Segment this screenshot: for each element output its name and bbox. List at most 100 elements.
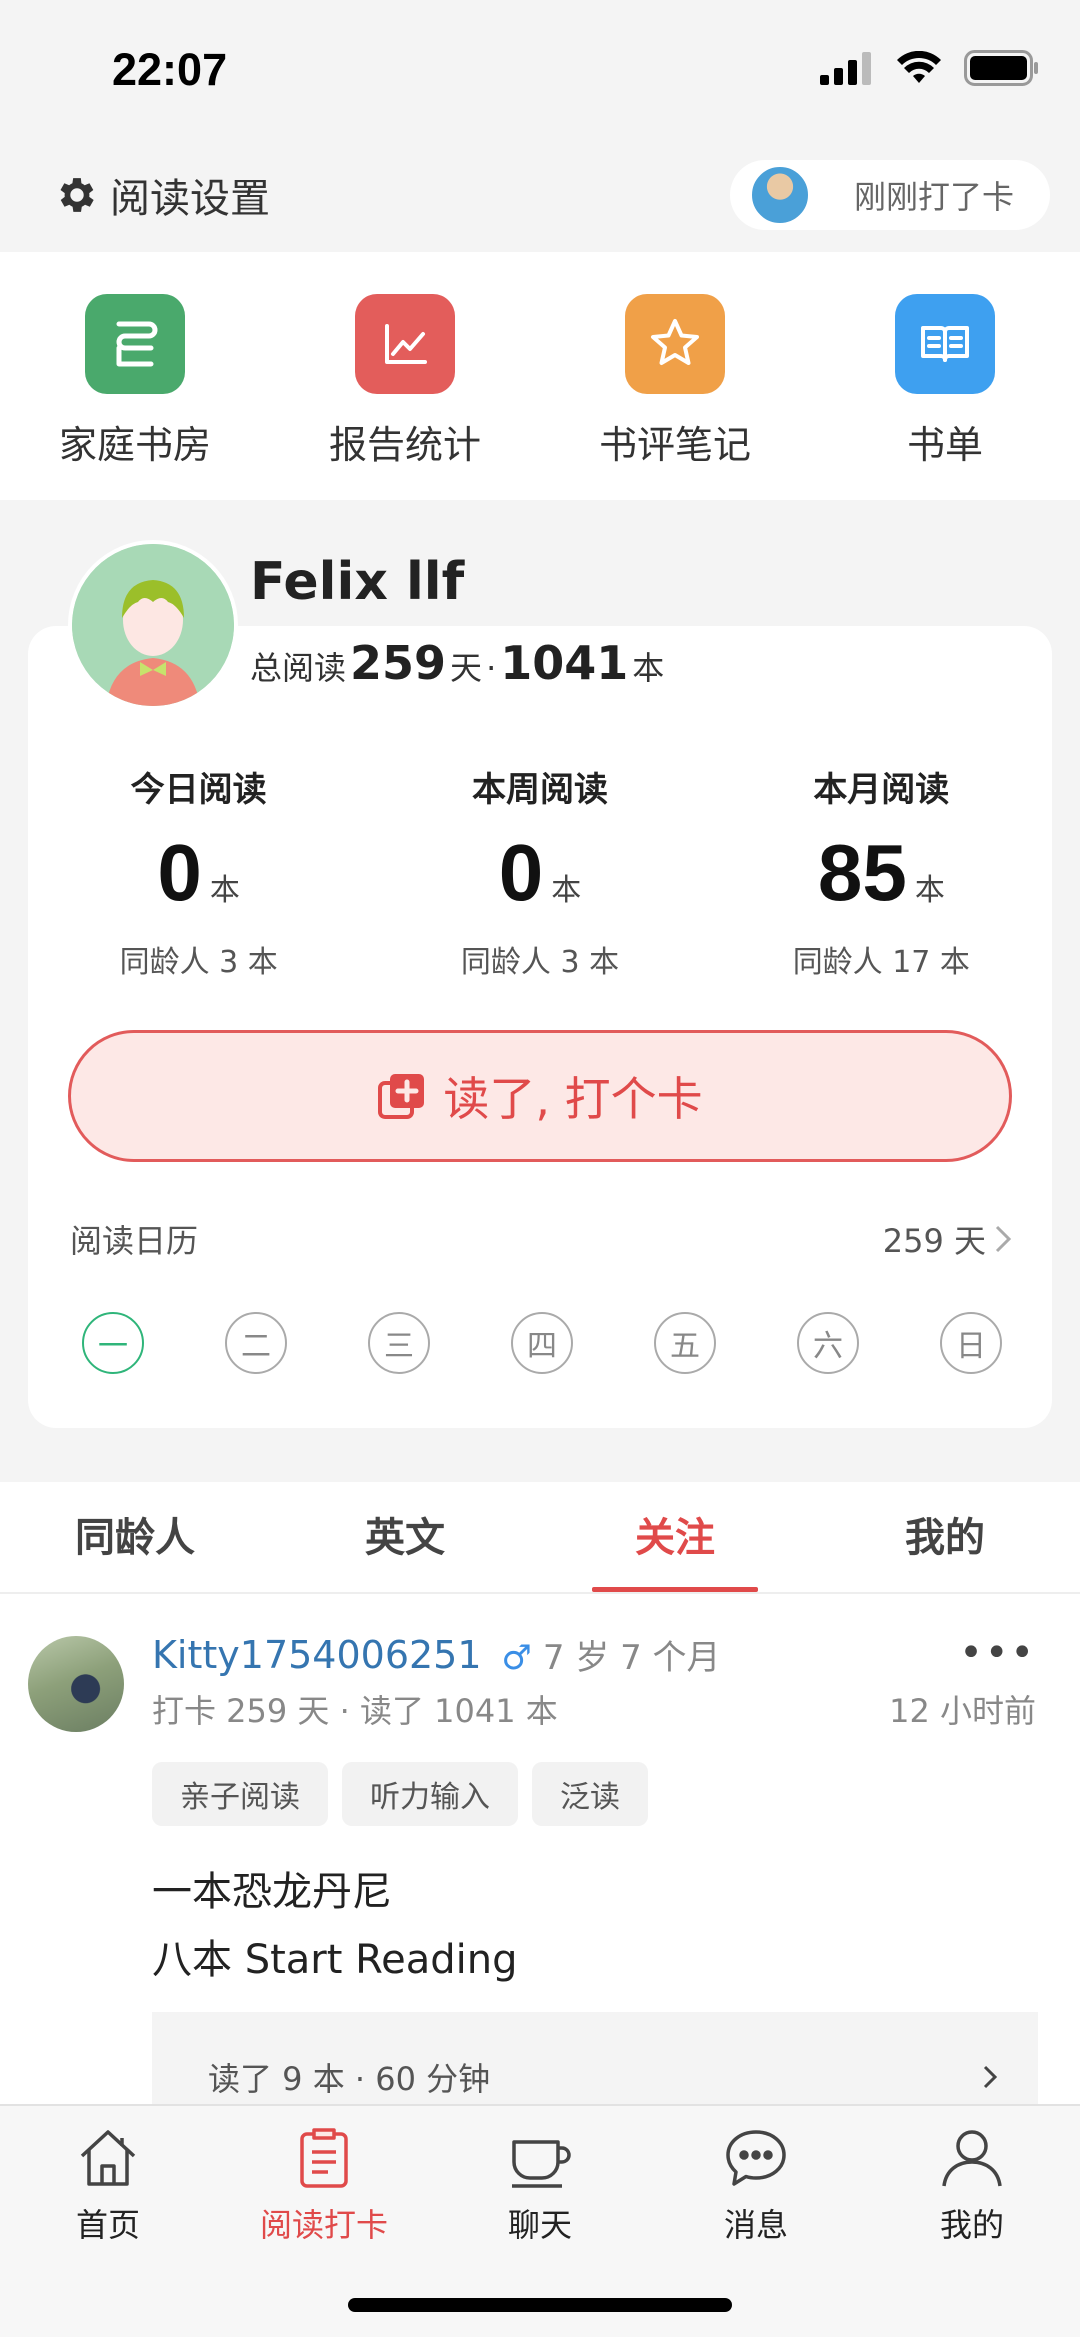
reading-settings-button[interactable]: 阅读设置 [54, 166, 270, 224]
calendar-day[interactable]: 二 [225, 1312, 287, 1374]
male-icon: ♂ [501, 1638, 533, 1678]
home-indicator[interactable] [348, 2298, 732, 2312]
post-tag[interactable]: 泛读 [532, 1762, 648, 1826]
calendar-day[interactable]: 日 [940, 1312, 1002, 1374]
total-days-value: 259 [350, 636, 447, 690]
nav-mine[interactable]: 我的 [864, 2106, 1080, 2337]
wifi-icon [897, 51, 941, 83]
checkin-clipboard-icon [300, 2128, 348, 2188]
stat-unit: 本 [209, 873, 240, 908]
calendar-week: 一 二 三 四 五 六 日 [82, 1312, 1002, 1374]
nav-label: 我的 [939, 2206, 1004, 2244]
separator: · [486, 649, 497, 687]
bookshelf-icon [85, 294, 185, 394]
star-icon [625, 294, 725, 394]
calendar-day[interactable]: 三 [368, 1312, 430, 1374]
days-unit: 天 [450, 649, 483, 687]
profile-card [28, 626, 1052, 1428]
stat-value: 85 [817, 828, 907, 917]
reading-settings-label: 阅读设置 [110, 176, 270, 222]
tab-following[interactable]: 关注 [540, 1482, 810, 1592]
calendar-day[interactable]: 四 [511, 1312, 573, 1374]
post-age-text: 7 岁 7 个月 [542, 1638, 721, 1678]
status-bar: 22:07 [0, 0, 1080, 140]
tab-mine[interactable]: 我的 [810, 1482, 1080, 1592]
open-book-icon [895, 294, 995, 394]
cellular-signal-icon [820, 52, 871, 85]
checkin-button[interactable]: 读了, 打个卡 [68, 1030, 1012, 1162]
stat-value: 0 [157, 828, 202, 917]
nav-home[interactable]: 首页 [0, 2106, 216, 2337]
recent-checkin-avatars [750, 165, 840, 225]
profile-name: Felix llf [250, 552, 465, 612]
quick-action-report-stats[interactable]: 报告统计 [270, 252, 540, 500]
post-body: 一本恐龙丹尼 八本 Start Reading [152, 1858, 518, 1994]
books-unit: 本 [632, 649, 665, 687]
top-bar: 阅读设置 刚刚打了卡 [0, 140, 1080, 252]
post-timestamp: 12 小时前 [889, 1692, 1036, 1730]
total-books-value: 1041 [500, 636, 629, 690]
stat-title: 今日阅读 [130, 770, 267, 810]
calendar-day[interactable]: 六 [797, 1312, 859, 1374]
calendar-day[interactable]: 五 [654, 1312, 716, 1374]
quick-action-label: 书单 [906, 423, 983, 467]
post-reading-summary[interactable]: 读了 9 本 · 60 分钟 [152, 2012, 1038, 2104]
chart-icon [355, 294, 455, 394]
gear-icon [60, 178, 94, 212]
profile-icon [942, 2130, 1002, 2187]
chevron-right-icon [995, 1225, 1012, 1253]
reading-calendar-title: 阅读日历 [70, 1222, 199, 1260]
chevron-right-icon [983, 2065, 998, 2089]
tab-english[interactable]: 英文 [270, 1482, 540, 1592]
message-bubble-icon [726, 2130, 786, 2186]
more-options-icon[interactable]: ••• [959, 1630, 1036, 1676]
recent-checkin-pill[interactable]: 刚刚打了卡 [730, 160, 1050, 230]
quick-action-booklist[interactable]: 书单 [810, 252, 1080, 500]
quick-action-label: 家庭书房 [58, 423, 211, 467]
avatar [750, 165, 810, 225]
post-tag[interactable]: 听力输入 [342, 1762, 518, 1826]
tab-peers[interactable]: 同龄人 [0, 1482, 270, 1592]
avatar[interactable] [68, 540, 238, 710]
checkin-button-label: 读了, 打个卡 [443, 1072, 703, 1126]
stat-title: 本周阅读 [471, 770, 608, 810]
stat-week: 本周阅读 0本 同龄人 3 本 [369, 762, 710, 981]
post-author[interactable]: Kitty1754006251 ♂ 7 岁 7 个月 [152, 1630, 721, 1679]
home-icon [80, 2130, 136, 2186]
status-icons [818, 50, 1040, 86]
stat-month: 本月阅读 85 本 同龄人 17 本 [711, 762, 1052, 981]
post-tag[interactable]: 亲子阅读 [152, 1762, 328, 1826]
stat-value: 0 [498, 828, 544, 917]
add-checkin-icon [378, 1074, 425, 1119]
post-age: ♂ 7 岁 7 个月 [502, 1630, 721, 1679]
post-username[interactable]: Kitty1754006251 [152, 1633, 482, 1677]
stat-unit: 本 [551, 873, 582, 908]
stat-today: 今日阅读 0本 同龄人 3 本 [28, 762, 369, 981]
post-tags: 亲子阅读 听力输入 泛读 [152, 1762, 648, 1826]
post-summary-text: 读了 9 本 · 60 分钟 [208, 2060, 491, 2098]
profile-totals: 总阅读 259 天 · 1041 本 [250, 636, 664, 690]
stat-title: 本月阅读 [813, 770, 950, 810]
nav-label: 阅读打卡 [259, 2206, 388, 2244]
post-line: 八本 Start Reading [152, 1937, 518, 1983]
avatar[interactable] [28, 1636, 124, 1732]
quick-action-reviews-notes[interactable]: 书评笔记 [540, 252, 810, 500]
stat-unit: 本 [914, 873, 945, 908]
nav-label: 首页 [75, 2206, 140, 2244]
nav-label: 聊天 [507, 2206, 572, 2244]
stat-peer: 同龄人 3 本 [119, 945, 278, 980]
reading-stats: 今日阅读 0本 同龄人 3 本 本周阅读 0本 同龄人 3 本 本月阅读 85 本… [28, 762, 1052, 981]
nav-label: 消息 [723, 2206, 788, 2244]
reading-calendar-days: 259 天 [882, 1222, 986, 1260]
feed-tabs: 同龄人 英文 关注 我的 [0, 1482, 1080, 1594]
quick-action-family-library[interactable]: 家庭书房 [0, 252, 270, 500]
post-line: 一本恐龙丹尼 [152, 1869, 392, 1915]
coffee-cup-icon [512, 2140, 571, 2188]
quick-actions: 家庭书房 报告统计 书评笔记 书单 [0, 252, 1080, 500]
calendar-day[interactable]: 一 [82, 1312, 144, 1374]
feed-post: Kitty1754006251 ♂ 7 岁 7 个月 ••• 打卡 259 天 … [0, 1594, 1080, 2104]
reading-calendar-header[interactable]: 阅读日历 259 天 [70, 1216, 1012, 1262]
total-reading-label: 总阅读 [250, 649, 347, 687]
recent-checkin-text: 刚刚打了卡 [854, 178, 1015, 216]
quick-action-label: 书评笔记 [598, 423, 751, 467]
